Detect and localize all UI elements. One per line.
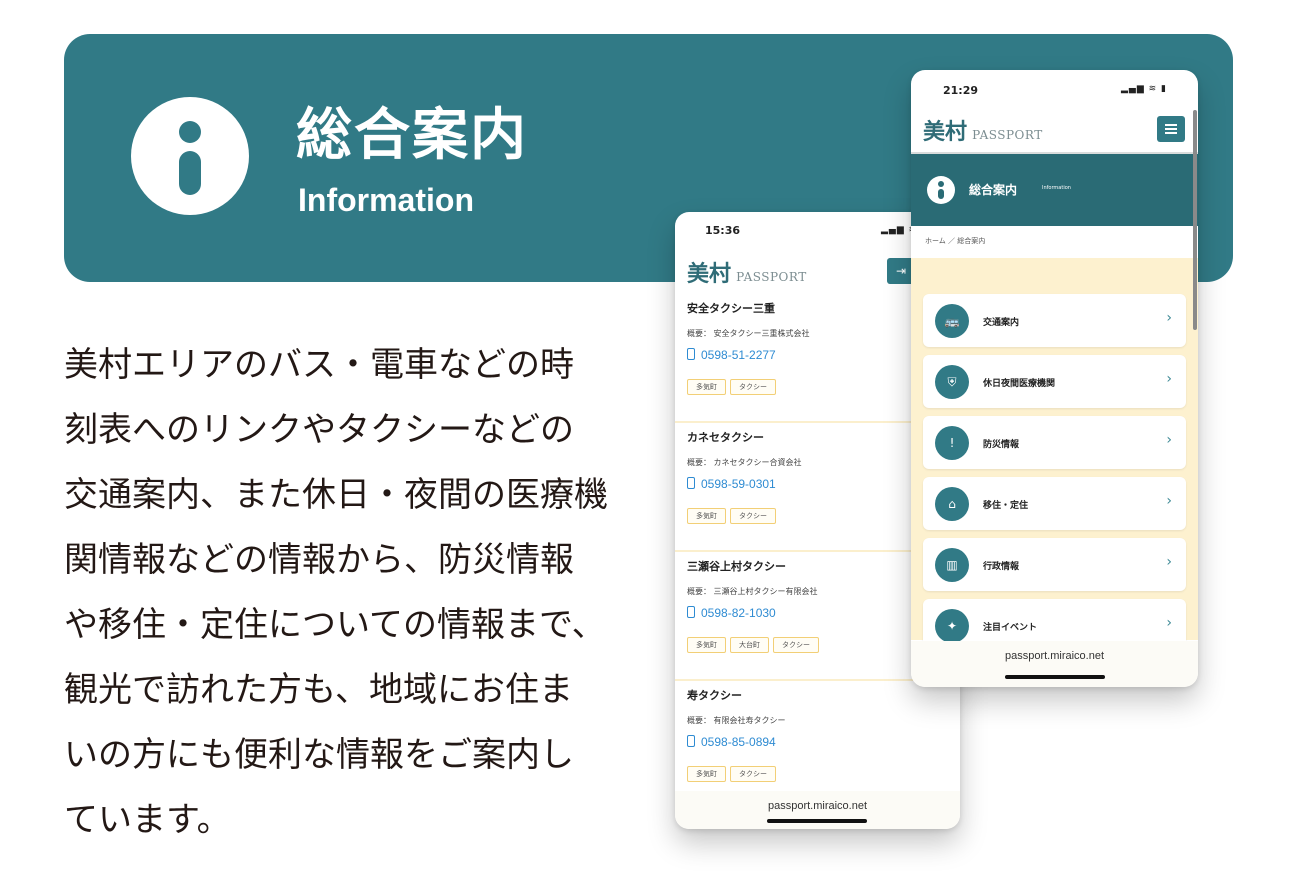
phone-number: 0598-85-0894: [701, 735, 776, 749]
info-icon: [131, 97, 249, 215]
browser-url[interactable]: passport.miraico.net: [911, 641, 1198, 687]
menu-item-label: 移住・定住: [983, 501, 1029, 511]
tag-list: 多気町 タクシー: [687, 503, 780, 524]
hamburger-icon[interactable]: [1157, 116, 1185, 142]
section-title: 総合案内: [969, 183, 1018, 197]
taxi-name: 安全タクシー三重: [687, 302, 775, 315]
description-text: 美村エリアのバス・電車などの時 刻表へのリンクやタクシーなどの 交通案内、また休…: [64, 333, 624, 853]
tag[interactable]: 多気町: [687, 637, 726, 653]
phone-screenshot-menu: 21:29 ▂▄▆ ≋ ▮ 美村 PASSPORT 総合案内 Informati…: [911, 70, 1198, 687]
menu-item-transport[interactable]: 🚌 交通案内 ›: [923, 294, 1186, 347]
taxi-company: 概要： 有限会社寿タクシー: [687, 716, 786, 725]
description-line: 交通案内、また休日・夜間の医療機: [64, 475, 608, 515]
menu-item-government[interactable]: ▥ 行政情報 ›: [923, 538, 1186, 591]
description-line: ています。: [64, 800, 231, 840]
chevron-right-icon: ›: [1166, 432, 1172, 448]
description-line: いの方にも便利な情報をご案内し: [64, 735, 574, 775]
home-indicator[interactable]: [767, 819, 867, 823]
section-subtitle: Information: [1042, 185, 1071, 191]
page-subtitle: Information: [298, 182, 474, 218]
menu-item-label: 防災情報: [983, 440, 1020, 450]
phone-icon: [687, 606, 695, 618]
browser-url[interactable]: passport.miraico.net: [675, 791, 960, 829]
phone-link[interactable]: 0598-59-0301: [687, 477, 776, 491]
logo-kanji: 美村: [923, 119, 968, 145]
taxi-name: 三瀬谷上村タクシー: [687, 560, 786, 573]
home-indicator[interactable]: [1005, 675, 1105, 679]
phone-icon: [687, 348, 695, 360]
menu-item-migration[interactable]: ⌂ 移住・定住 ›: [923, 477, 1186, 530]
tag[interactable]: 多気町: [687, 379, 726, 395]
tag-list: 多気町 大台町 タクシー: [687, 632, 823, 653]
menu-item-disaster[interactable]: ! 防災情報 ›: [923, 416, 1186, 469]
page-title: 総合案内: [296, 103, 528, 168]
taxi-company: 概要： 安全タクシー三重株式会社: [687, 329, 810, 338]
chevron-right-icon: ›: [1166, 554, 1172, 570]
chevron-right-icon: ›: [1166, 615, 1172, 631]
phone-link[interactable]: 0598-51-2277: [687, 348, 776, 362]
phone-number: 0598-59-0301: [701, 477, 776, 491]
description-line: や移住・定住についての情報まで、: [64, 605, 606, 645]
menu-item-medical[interactable]: ⛨ 休日夜間医療機関 ›: [923, 355, 1186, 408]
tag[interactable]: タクシー: [730, 508, 776, 524]
house-icon: ⌂: [935, 487, 969, 521]
tag[interactable]: 大台町: [730, 637, 769, 653]
taxi-name: 寿タクシー: [687, 689, 742, 702]
tag[interactable]: 多気町: [687, 508, 726, 524]
party-icon: ✦: [935, 609, 969, 643]
tag[interactable]: タクシー: [773, 637, 819, 653]
tag-list: 多気町 タクシー: [687, 761, 780, 782]
bus-icon: 🚌: [935, 304, 969, 338]
chevron-right-icon: ›: [1166, 493, 1172, 509]
chevron-right-icon: ›: [1166, 371, 1172, 387]
phone-number: 0598-82-1030: [701, 606, 776, 620]
phone-link[interactable]: 0598-82-1030: [687, 606, 776, 620]
taxi-name: カネセタクシー: [687, 431, 764, 444]
menu-item-label: 行政情報: [983, 562, 1020, 572]
site-logo[interactable]: 美村 PASSPORT: [923, 114, 1043, 146]
section-banner: 総合案内 Information: [911, 154, 1198, 226]
status-time: 21:29: [943, 84, 979, 97]
status-time: 15:36: [705, 224, 741, 237]
tag[interactable]: 多気町: [687, 766, 726, 782]
building-icon: ▥: [935, 548, 969, 582]
menu-list: 🚌 交通案内 › ⛨ 休日夜間医療機関 › ! 防災情報 › ⌂ 移住・定住 ›…: [923, 294, 1186, 660]
logo-text: PASSPORT: [736, 270, 807, 284]
phone-link[interactable]: 0598-85-0894: [687, 735, 776, 749]
phone-icon: [687, 477, 695, 489]
status-icons: ▂▄▆ ≋ ▮: [1121, 84, 1167, 94]
breadcrumb[interactable]: ホーム ／ 総合案内: [925, 236, 985, 246]
site-logo[interactable]: 美村 PASSPORT: [687, 256, 807, 288]
shield-icon: ⛨: [935, 365, 969, 399]
alert-icon: !: [935, 426, 969, 460]
tag[interactable]: タクシー: [730, 766, 776, 782]
logo-kanji: 美村: [687, 261, 732, 287]
menu-item-label: 交通案内: [983, 318, 1020, 328]
info-icon: [927, 176, 955, 204]
menu-item-label: 休日夜間医療機関: [983, 379, 1056, 389]
logo-text: PASSPORT: [972, 128, 1043, 142]
scrollbar[interactable]: [1193, 110, 1197, 330]
phone-number: 0598-51-2277: [701, 348, 776, 362]
chevron-right-icon: ›: [1166, 310, 1172, 326]
menu-item-label: 注目イベント: [983, 623, 1038, 633]
description-line: 観光で訪れた方も、地域にお住ま: [64, 670, 573, 710]
description-line: 関情報などの情報から、防災情報: [64, 540, 574, 580]
description-line: 刻表へのリンクやタクシーなどの: [64, 410, 574, 450]
phone-icon: [687, 735, 695, 747]
tag[interactable]: タクシー: [730, 379, 776, 395]
taxi-company: 概要： カネセタクシー合資会社: [687, 458, 802, 467]
description-line: 美村エリアのバス・電車などの時: [64, 345, 574, 385]
tag-list: 多気町 タクシー: [687, 374, 780, 395]
taxi-company: 概要： 三瀬谷上村タクシー有限会社: [687, 587, 818, 596]
